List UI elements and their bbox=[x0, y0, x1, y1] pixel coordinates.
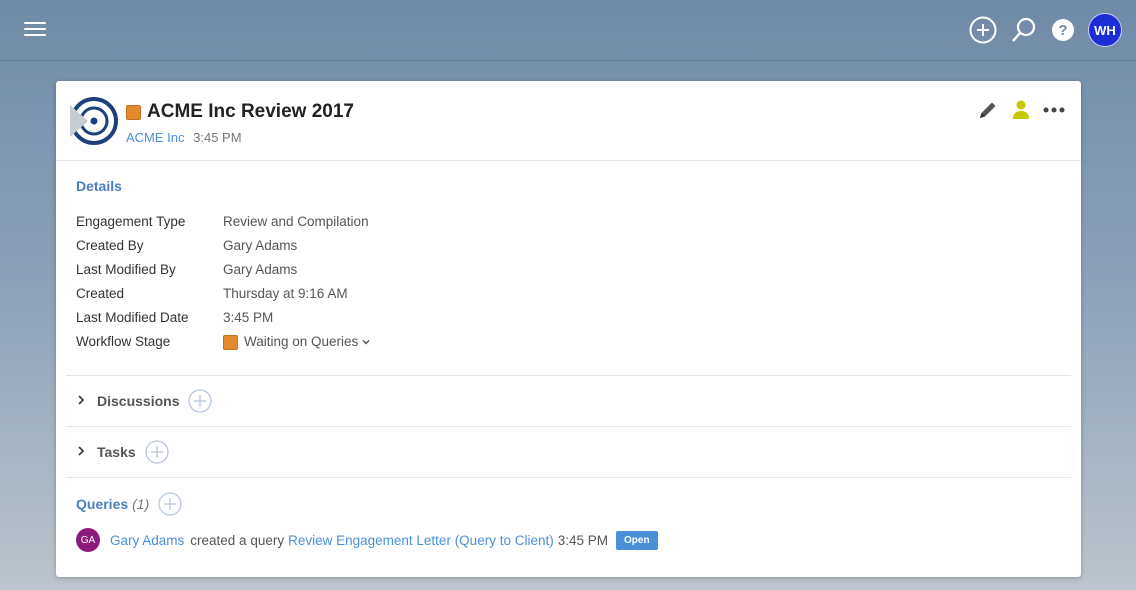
page-title: ACME Inc Review 2017 bbox=[147, 101, 354, 122]
add-discussion-button[interactable] bbox=[188, 389, 213, 413]
queries-section: Queries (1) bbox=[76, 492, 182, 516]
card-header: ACME Inc Review 2017 ACME Inc 3:45 PM bbox=[56, 81, 1081, 161]
stage-color-indicator bbox=[126, 104, 141, 120]
divider bbox=[66, 375, 1071, 376]
detail-value: 3:45 PM bbox=[223, 310, 274, 325]
divider bbox=[66, 477, 1071, 478]
tasks-section[interactable]: Tasks bbox=[76, 440, 169, 464]
workflow-stage-dropdown[interactable]: Waiting on Queries bbox=[223, 330, 372, 354]
detail-row: Engagement Type Review and Compilation bbox=[76, 210, 372, 234]
header-actions bbox=[965, 99, 1065, 121]
top-bar: ? WH bbox=[0, 0, 1136, 61]
details-heading: Details bbox=[76, 178, 122, 194]
detail-value: Gary Adams bbox=[223, 238, 298, 253]
discussions-label: Discussions bbox=[97, 393, 180, 409]
stage-color-indicator bbox=[223, 334, 238, 350]
detail-row: Last Modified By Gary Adams bbox=[76, 258, 372, 282]
subtitle: ACME Inc 3:45 PM bbox=[126, 130, 242, 145]
svg-text:?: ? bbox=[1058, 22, 1067, 39]
add-circle-icon[interactable] bbox=[969, 16, 997, 44]
details-section: Details Engagement Type Review and Compi… bbox=[76, 178, 372, 354]
more-icon[interactable] bbox=[1043, 105, 1065, 115]
engagement-card: ACME Inc Review 2017 ACME Inc 3:45 PM De… bbox=[56, 81, 1081, 577]
status-badge: Open bbox=[616, 530, 658, 550]
add-task-button[interactable] bbox=[145, 440, 169, 464]
queries-heading[interactable]: Queries bbox=[76, 496, 128, 512]
discussions-section[interactable]: Discussions bbox=[76, 389, 213, 413]
detail-value: Thursday at 9:16 AM bbox=[223, 286, 348, 301]
activity-user-link[interactable]: Gary Adams bbox=[110, 533, 184, 548]
title-row: ACME Inc Review 2017 bbox=[126, 101, 354, 123]
user-avatar[interactable]: WH bbox=[1088, 13, 1122, 47]
chevron-right-icon bbox=[76, 444, 97, 460]
pencil-icon[interactable] bbox=[977, 99, 999, 121]
engagement-logo-icon bbox=[70, 97, 118, 145]
detail-row: Last Modified Date 3:45 PM bbox=[76, 306, 372, 330]
top-actions: ? WH bbox=[956, 13, 1122, 47]
query-link[interactable]: Review Engagement Letter (Query to Clien… bbox=[288, 533, 554, 548]
client-link[interactable]: ACME Inc bbox=[126, 130, 185, 145]
activity-time: 3:45 PM bbox=[557, 532, 608, 548]
detail-row: Workflow Stage Waiting on Queries bbox=[76, 330, 372, 354]
detail-value: Gary Adams bbox=[223, 262, 298, 277]
detail-label: Last Modified Date bbox=[76, 310, 189, 325]
detail-value: Review and Compilation bbox=[223, 214, 369, 229]
detail-label: Created bbox=[76, 286, 125, 301]
detail-label: Engagement Type bbox=[76, 214, 186, 229]
queries-count: (1) bbox=[132, 496, 150, 512]
avatar: GA bbox=[76, 528, 100, 552]
activity-item: GA Gary Adams created a query Review Eng… bbox=[76, 528, 658, 552]
detail-label: Workflow Stage bbox=[76, 334, 171, 349]
modified-time: 3:45 PM bbox=[193, 130, 242, 145]
chevron-down-icon bbox=[362, 339, 370, 345]
detail-label: Last Modified By bbox=[76, 262, 176, 277]
detail-label: Created By bbox=[76, 238, 144, 253]
divider bbox=[66, 426, 1071, 427]
detail-row: Created By Gary Adams bbox=[76, 234, 372, 258]
hamburger-icon[interactable] bbox=[24, 22, 46, 38]
search-icon[interactable] bbox=[1010, 16, 1038, 44]
add-query-button[interactable] bbox=[158, 492, 182, 516]
tasks-label: Tasks bbox=[97, 444, 136, 460]
detail-row: Created Thursday at 9:16 AM bbox=[76, 282, 372, 306]
help-icon[interactable]: ? bbox=[1051, 18, 1075, 42]
chevron-right-icon bbox=[76, 393, 97, 409]
workflow-stage-value: Waiting on Queries bbox=[244, 334, 359, 349]
person-icon[interactable] bbox=[1011, 99, 1031, 121]
activity-action: created a query bbox=[190, 532, 285, 548]
